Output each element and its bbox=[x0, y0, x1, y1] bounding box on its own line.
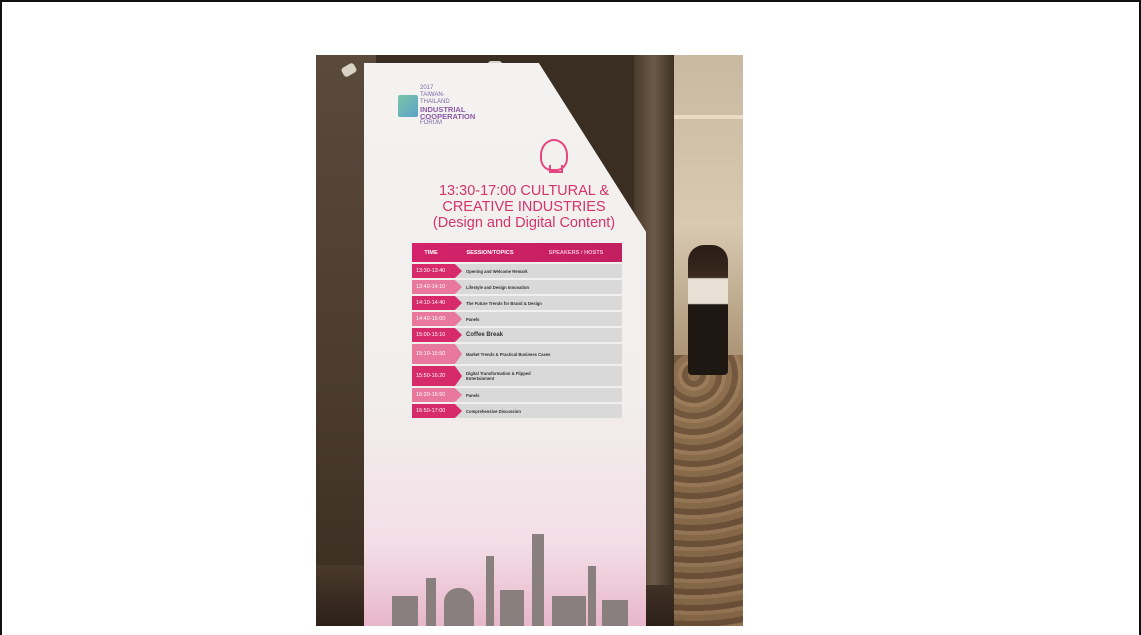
agenda-cell: Panels bbox=[456, 312, 622, 326]
skyline-tower bbox=[532, 534, 544, 626]
agenda-time: 15:50-16:20 bbox=[412, 366, 462, 386]
skyline-tower bbox=[602, 600, 628, 626]
skyline-tower bbox=[486, 556, 494, 626]
agenda-row: 13:30-13:40 Opening and Welcome Remark bbox=[412, 264, 622, 278]
agenda-topic: Market Trends & Practical Business Cases bbox=[466, 351, 551, 357]
skyline-tower bbox=[426, 578, 436, 626]
patterned-carpet bbox=[674, 355, 743, 626]
agenda-banner: 2017 TAIWAN-THAILAND INDUSTRIAL COOPERAT… bbox=[364, 63, 646, 626]
logo-cube-icon bbox=[398, 95, 418, 117]
agenda-row: 14:10-14:40 The Future Trends for Brand &… bbox=[412, 296, 622, 310]
agenda-topic: Opening and Welcome Remark bbox=[466, 268, 528, 274]
headline-line2: CREATIVE INDUSTRIES bbox=[442, 199, 606, 215]
agenda-topic: Lifestyle and Design Innovation bbox=[466, 284, 530, 290]
agenda-time: 15:10-15:50 bbox=[412, 344, 462, 364]
agenda-row: 13:40-14:10 Lifestyle and Design Innovati… bbox=[412, 280, 622, 294]
agenda-cell: Comprehensive Discussion bbox=[456, 404, 622, 418]
event-photo: 2017 TAIWAN-THAILAND INDUSTRIAL COOPERAT… bbox=[316, 55, 743, 626]
agenda-time: 16:50-17:00 bbox=[412, 404, 462, 418]
agenda-header: TIME SESSION/TOPICS SPEAKERS / HOSTS bbox=[412, 243, 622, 262]
logo-line4: FORUM bbox=[420, 120, 442, 126]
logo-line3: COOPERATION bbox=[420, 112, 476, 121]
lightbulb-icon bbox=[540, 139, 568, 173]
agenda-cell: Panels bbox=[456, 388, 622, 402]
agenda-table: TIME SESSION/TOPICS SPEAKERS / HOSTS 13:… bbox=[412, 243, 622, 418]
header-session: SESSION/TOPICS bbox=[466, 249, 514, 256]
headline-line3: (Design and Digital Content) bbox=[432, 215, 616, 231]
agenda-topic: Digital Transformation & Flipped Enterta… bbox=[466, 371, 531, 381]
agenda-time: 14:40-15:00 bbox=[412, 312, 462, 326]
agenda-topic: Coffee Break bbox=[466, 332, 504, 338]
headline-line1: 13:30-17:00 CULTURAL & bbox=[438, 183, 610, 199]
skyline-tower bbox=[588, 566, 596, 626]
skyline-tower bbox=[500, 590, 524, 626]
agenda-time: 15:00-15:10 bbox=[412, 328, 462, 342]
header-speakers: SPEAKERS / HOSTS bbox=[548, 249, 604, 256]
agenda-row: 16:20-16:50 Panels bbox=[412, 388, 622, 402]
person-in-doorway bbox=[688, 245, 728, 375]
agenda-cell: Lifestyle and Design Innovation bbox=[456, 280, 622, 294]
forum-logo: 2017 TAIWAN-THAILAND INDUSTRIAL COOPERAT… bbox=[398, 85, 476, 135]
agenda-cell: Coffee Break bbox=[456, 328, 622, 342]
skyline-tower bbox=[552, 596, 586, 626]
banner-headline: 13:30-17:00 CULTURAL & CREATIVE INDUSTRI… bbox=[424, 183, 624, 231]
agenda-row: 15:50-16:20 Digital Transformation & Flip… bbox=[412, 366, 622, 386]
agenda-time: 13:30-13:40 bbox=[412, 264, 462, 278]
agenda-cell: Opening and Welcome Remark bbox=[456, 264, 622, 278]
logo-line1: TAIWAN-THAILAND bbox=[420, 92, 450, 105]
agenda-time: 13:40-14:10 bbox=[412, 280, 462, 294]
agenda-topic: Panels bbox=[466, 316, 480, 322]
agenda-time: 14:10-14:40 bbox=[412, 296, 462, 310]
skyline-tower bbox=[444, 588, 474, 626]
logo-year: 2017 bbox=[420, 85, 434, 91]
skyline-tower bbox=[392, 596, 418, 626]
agenda-cell: The Future Trends for Brand & Design bbox=[456, 296, 622, 310]
agenda-time: 16:20-16:50 bbox=[412, 388, 462, 402]
agenda-row: 14:40-15:00 Panels bbox=[412, 312, 622, 326]
agenda-cell: Digital Transformation & Flipped Enterta… bbox=[456, 366, 622, 386]
agenda-row: 15:10-15:50 Market Trends & Practical Bus… bbox=[412, 344, 622, 364]
agenda-topic: Comprehensive Discussion bbox=[466, 408, 521, 414]
agenda-row: 15:00-15:10 Coffee Break bbox=[412, 328, 622, 342]
logo-text: 2017 TAIWAN-THAILAND INDUSTRIAL COOPERAT… bbox=[420, 85, 476, 127]
agenda-cell: Market Trends & Practical Business Cases bbox=[456, 344, 622, 364]
agenda-topic: The Future Trends for Brand & Design bbox=[466, 300, 542, 306]
city-skyline bbox=[374, 533, 636, 626]
agenda-row: 16:50-17:00 Comprehensive Discussion bbox=[412, 404, 622, 418]
header-time: TIME bbox=[424, 249, 438, 256]
image-frame: 2017 TAIWAN-THAILAND INDUSTRIAL COOPERAT… bbox=[0, 0, 1141, 635]
ceiling-light-strip bbox=[674, 115, 743, 119]
agenda-topic: Panels bbox=[466, 392, 480, 398]
